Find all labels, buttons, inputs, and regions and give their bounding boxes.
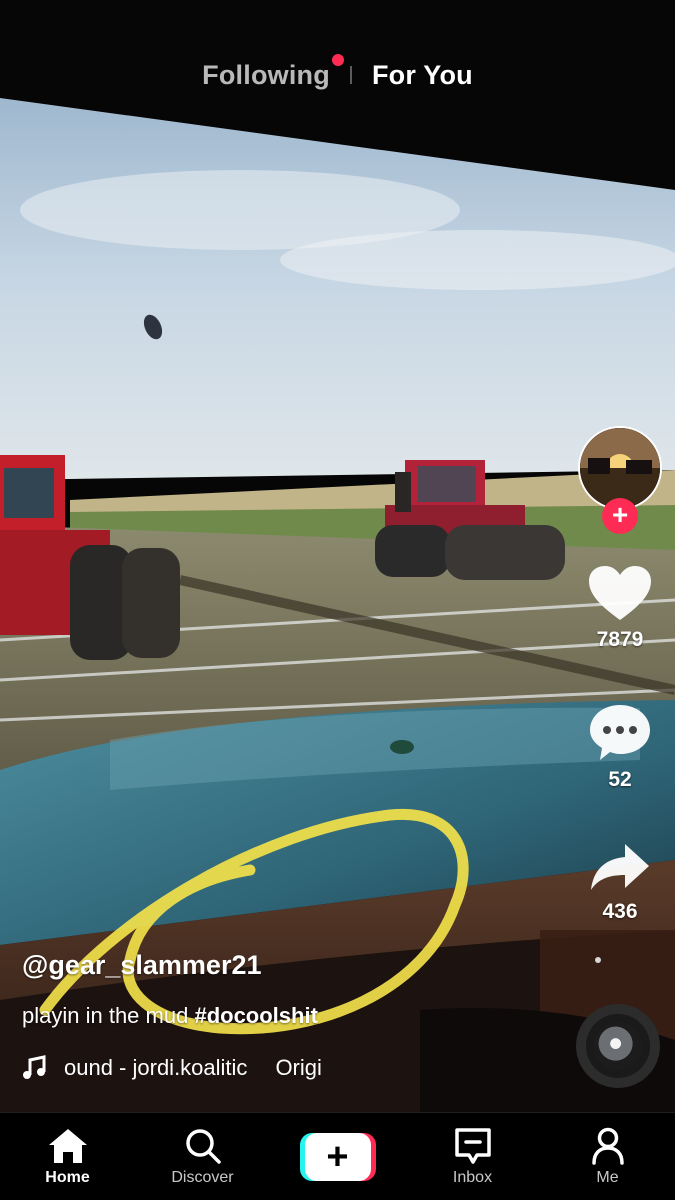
inbox-icon xyxy=(454,1127,491,1164)
nav-discover-label: Discover xyxy=(171,1168,234,1186)
creator-username[interactable]: @gear_slammer21 xyxy=(22,950,542,981)
nav-home-label: Home xyxy=(45,1168,90,1186)
sound-original: Origi xyxy=(275,1055,322,1080)
feed-tabs: Following For You xyxy=(0,53,675,95)
tab-for-you-label: For You xyxy=(371,59,473,90)
tab-divider xyxy=(349,66,352,84)
music-note-icon xyxy=(23,1055,46,1079)
share-icon xyxy=(591,844,649,890)
like-action[interactable]: 7879 xyxy=(587,564,653,652)
profile-icon xyxy=(591,1127,624,1165)
heart-icon xyxy=(589,566,651,620)
avatar-image xyxy=(580,428,660,508)
sound-name: ound - jordi.koalitic xyxy=(64,1055,248,1080)
nav-me-label: Me xyxy=(596,1168,619,1186)
create-button[interactable]: + xyxy=(299,1132,376,1181)
nav-create[interactable]: + xyxy=(283,1132,393,1181)
nav-discover[interactable]: Discover xyxy=(148,1127,258,1187)
tab-following[interactable]: Following xyxy=(202,53,344,91)
sound-disc[interactable] xyxy=(576,1004,660,1088)
search-icon xyxy=(185,1128,221,1164)
caption-body: playin in the mud xyxy=(22,1003,189,1028)
video-frame xyxy=(0,0,675,1112)
like-count: 7879 xyxy=(596,628,644,651)
comment-action[interactable]: 52 xyxy=(588,702,652,792)
video-caption: @gear_slammer21 playin in the mud #docoo… xyxy=(22,950,542,1083)
tab-following-label: Following xyxy=(202,59,330,90)
nav-home[interactable]: Home xyxy=(13,1127,123,1187)
comment-count: 52 xyxy=(608,768,632,791)
comment-icon xyxy=(590,705,650,760)
action-rail: + 7879 52 436 xyxy=(575,426,665,924)
share-action[interactable]: 436 xyxy=(589,842,651,924)
notification-dot xyxy=(331,53,344,66)
sound-ticker: ound - jordi.koalitic Origi xyxy=(64,1055,374,1081)
share-count: 436 xyxy=(602,900,638,923)
caption-text: playin in the mud #docoolshit xyxy=(22,1003,542,1029)
video-player[interactable] xyxy=(0,0,675,1112)
tab-for-you[interactable]: For You xyxy=(372,60,473,91)
creator-avatar-wrap: + xyxy=(576,426,664,534)
sound-row[interactable]: ound - jordi.koalitic Origi xyxy=(22,1053,542,1083)
hashtag-link[interactable]: #docoolshit xyxy=(194,1003,317,1028)
nav-inbox-label: Inbox xyxy=(452,1168,493,1186)
bottom-nav: Home Discover + Inbox Me xyxy=(0,1112,675,1200)
plus-icon: + xyxy=(304,1132,371,1181)
nav-me[interactable]: Me xyxy=(553,1127,663,1187)
nav-inbox[interactable]: Inbox xyxy=(418,1127,528,1187)
home-icon xyxy=(48,1128,87,1163)
sound-disc-art xyxy=(594,1022,642,1070)
follow-button[interactable]: + xyxy=(602,498,638,534)
